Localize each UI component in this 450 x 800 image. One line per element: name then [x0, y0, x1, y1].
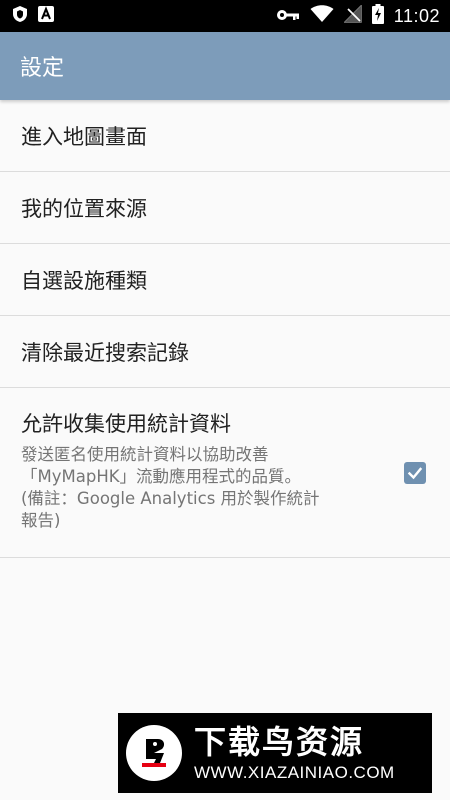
pref-analytics-summary: 發送匿名使用統計資料以協助改善 「MyMapHK」流動應用程式的品質。 (備註：… — [21, 445, 320, 530]
pref-analytics[interactable]: 允許收集使用統計資料 發送匿名使用統計資料以協助改善 「MyMapHK」流動應用… — [0, 388, 450, 558]
pref-enter-map[interactable]: 進入地圖畫面 — [0, 100, 450, 172]
watermark-banner: 下载鸟资源 WWW.XIAZAINIAO.COM — [118, 713, 432, 793]
pref-analytics-title: 允許收集使用統計資料 — [21, 412, 231, 436]
status-left — [12, 5, 54, 27]
app-bar: 設定 — [0, 32, 450, 100]
settings-list: 進入地圖畫面 我的位置來源 自選設施種類 清除最近搜索記錄 允許收集使用統計資料… — [0, 100, 450, 558]
analytics-checkbox-wrap — [400, 408, 430, 538]
watermark-url: WWW.XIAZAINIAO.COM — [194, 763, 395, 782]
pref-clear-history[interactable]: 清除最近搜索記錄 — [0, 316, 450, 388]
status-time: 11:02 — [393, 5, 440, 26]
watermark-brand: 下载鸟资源 — [194, 723, 365, 761]
pref-facility-types[interactable]: 自選設施種類 — [0, 244, 450, 316]
bird-logo-icon — [126, 725, 182, 781]
no-signal-icon — [342, 4, 362, 27]
a-letter-icon — [38, 6, 54, 26]
pref-location-source-label: 我的位置來源 — [21, 196, 147, 221]
pref-facility-types-label: 自選設施種類 — [21, 268, 147, 293]
settings-screen: 11:02 設定 進入地圖畫面 我的位置來源 自選設施種類 清除最近搜索記錄 允… — [0, 0, 450, 800]
pref-analytics-text: 允許收集使用統計資料 發送匿名使用統計資料以協助改善 「MyMapHK」流動應用… — [21, 408, 400, 532]
analytics-checkbox[interactable] — [404, 462, 426, 484]
pref-location-source[interactable]: 我的位置來源 — [0, 172, 450, 244]
wifi-icon — [310, 5, 334, 27]
watermark-text: 下载鸟资源 WWW.XIAZAINIAO.COM — [194, 723, 395, 783]
status-right: 11:02 — [276, 4, 440, 28]
key-icon — [276, 7, 300, 26]
status-bar: 11:02 — [0, 0, 450, 32]
pref-enter-map-label: 進入地圖畫面 — [21, 124, 147, 149]
battery-charging-icon — [371, 4, 384, 28]
shield-icon — [12, 5, 28, 27]
pref-clear-history-label: 清除最近搜索記錄 — [21, 340, 189, 365]
page-title: 設定 — [20, 56, 65, 81]
check-icon — [407, 467, 423, 480]
